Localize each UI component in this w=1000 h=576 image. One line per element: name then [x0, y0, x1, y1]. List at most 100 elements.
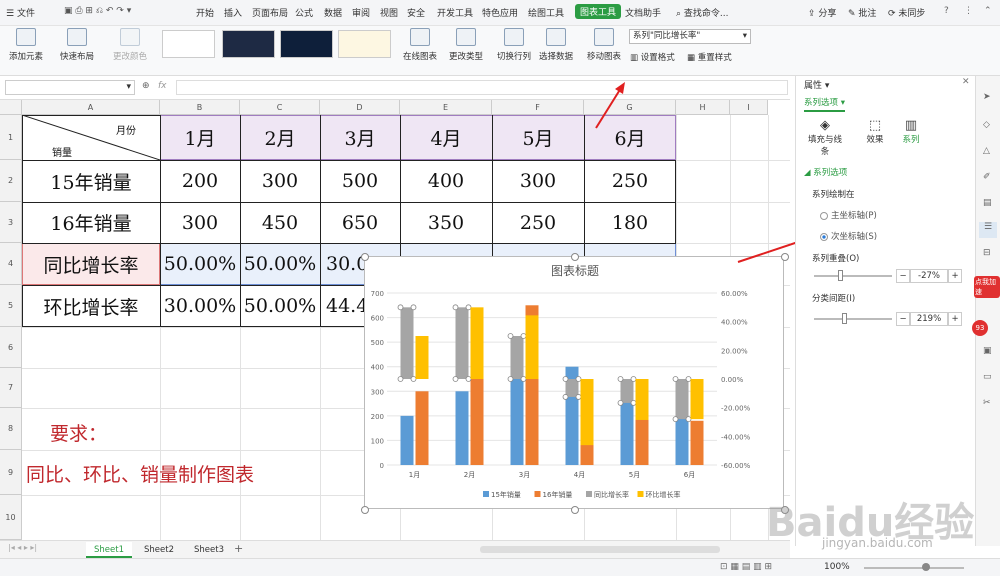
secondary-axis-radio[interactable]: 次坐标轴(S)	[820, 230, 877, 242]
bar-环比增长率-3月[interactable]	[525, 315, 539, 379]
tab-11[interactable]: 图表工具	[575, 4, 622, 19]
row-label-1[interactable]: 16年销量	[22, 202, 160, 243]
selection-handle[interactable]	[397, 304, 404, 311]
sheet-tab-3[interactable]: Sheet3	[186, 542, 232, 558]
selection-handle[interactable]	[452, 304, 459, 311]
tab-5[interactable]: 审阅	[352, 6, 370, 19]
overlap-slider[interactable]	[814, 270, 892, 281]
sheet-tab-2[interactable]: Sheet2	[136, 542, 182, 558]
col-header-E[interactable]: E	[400, 100, 492, 115]
quick-access-icons[interactable]: ▣ ⎙ ⊞ ⎌ ↶ ↷ ▾	[64, 6, 131, 16]
sales16-cell-3[interactable]: 650	[320, 202, 400, 243]
gap-decrement[interactable]: −	[896, 312, 910, 326]
selection-handle[interactable]	[672, 416, 679, 423]
col-header-H[interactable]: H	[676, 100, 730, 115]
section-series-options[interactable]: ◢ 系列选项	[804, 166, 847, 178]
zoom-level[interactable]: 100%	[824, 562, 850, 572]
sales15-cell-3[interactable]: 500	[320, 160, 400, 202]
series-select-dropdown[interactable]: 系列"同比增长率" ▾	[629, 29, 751, 44]
collapse-icon[interactable]: ⌃	[984, 6, 992, 16]
month-header-3[interactable]: 3月	[320, 115, 400, 160]
month-header-2[interactable]: 2月	[240, 115, 320, 160]
tab-effect[interactable]: ⬚ 效果	[860, 118, 890, 145]
row-label-3[interactable]: 环比增长率	[22, 285, 160, 327]
share-button[interactable]: ⇪ 分享	[808, 6, 836, 19]
file-menu[interactable]: ☰ 文件	[6, 6, 35, 19]
row-header-1[interactable]: 1	[0, 115, 22, 160]
mom-cell-1[interactable]: 30.00%	[160, 285, 240, 327]
sales15-cell-6[interactable]: 250	[584, 160, 676, 202]
selection-handle[interactable]	[452, 376, 459, 382]
selection-handle[interactable]	[685, 376, 692, 382]
properties-icon[interactable]: ☰	[979, 222, 997, 238]
style-icon[interactable]: △	[983, 146, 990, 156]
row-header-10[interactable]: 10	[0, 495, 22, 540]
chart-style-2[interactable]	[222, 30, 275, 58]
sales16-cell-6[interactable]: 180	[584, 202, 676, 243]
chart-title[interactable]: 图表标题	[551, 264, 599, 278]
tab-6[interactable]: 视图	[380, 6, 398, 19]
formula-input[interactable]	[176, 80, 788, 95]
row-header-5[interactable]: 5	[0, 285, 22, 327]
col-header-B[interactable]: B	[160, 100, 240, 115]
row-header-9[interactable]: 9	[0, 450, 22, 495]
sales16-cell-1[interactable]: 300	[160, 202, 240, 243]
yoy-cell-1[interactable]: 50.00%	[160, 243, 240, 285]
legend-label[interactable]: 16年销量	[543, 490, 573, 499]
chart-resize-handle[interactable]	[571, 253, 579, 261]
col-header-D[interactable]: D	[320, 100, 400, 115]
switch-rowcol-button[interactable]: 切换行列	[494, 28, 534, 62]
add-sheet-button[interactable]: +	[234, 542, 243, 555]
add-element-button[interactable]: 添加元素	[6, 28, 46, 62]
tab-fill-line[interactable]: ◈ 填充与线条	[804, 118, 846, 157]
bar-环比增长率-4月[interactable]	[580, 379, 594, 446]
chart-style-3[interactable]	[280, 30, 333, 58]
row-header-3[interactable]: 3	[0, 202, 22, 243]
tab-4[interactable]: 数据	[324, 6, 342, 19]
gap-increment[interactable]: +	[948, 312, 962, 326]
gap-input[interactable]: 219%	[910, 312, 948, 326]
tab-7[interactable]: 安全	[407, 6, 425, 19]
selection-handle[interactable]	[617, 399, 624, 406]
speed-count-badge[interactable]: 93	[972, 320, 988, 336]
chart-resize-handle[interactable]	[361, 506, 369, 514]
gap-slider[interactable]	[814, 313, 892, 324]
select-all-corner[interactable]	[0, 100, 22, 115]
sheet-nav-icons[interactable]: |◂ ◂ ▸ ▸|	[8, 543, 37, 552]
set-format-button[interactable]: ▥ 设置格式	[630, 51, 675, 63]
mom-cell-2[interactable]: 50.00%	[240, 285, 320, 327]
selection-handle[interactable]	[685, 416, 692, 423]
selection-handle[interactable]	[410, 376, 417, 382]
bar-环比增长率-5月[interactable]	[635, 379, 649, 420]
chart-resize-handle[interactable]	[571, 506, 579, 514]
tab-8[interactable]: 开发工具	[437, 6, 473, 19]
col-header-F[interactable]: F	[492, 100, 584, 115]
overlap-input[interactable]: -27%	[910, 269, 948, 283]
view-mode-icons[interactable]: ⊡ ▦ ▤ ▥ ⊞	[720, 562, 772, 572]
search-command[interactable]: ⌕ 查找命令...	[676, 6, 729, 19]
chart-resize-handle[interactable]	[361, 253, 369, 261]
selection-handle[interactable]	[562, 394, 569, 400]
bar-同比增长率-3月[interactable]	[510, 336, 524, 379]
online-chart-button[interactable]: 在线图表	[400, 28, 440, 62]
bar-同比增长率-2月[interactable]	[455, 307, 469, 379]
month-header-5[interactable]: 5月	[492, 115, 584, 160]
month-header-4[interactable]: 4月	[400, 115, 492, 160]
selection-handle[interactable]	[465, 376, 472, 382]
tab-0[interactable]: 开始	[196, 6, 214, 19]
sales15-cell-5[interactable]: 300	[492, 160, 584, 202]
cursor-icon[interactable]: ➤	[983, 92, 991, 102]
pen-icon[interactable]: ✐	[983, 172, 991, 182]
row-label-2[interactable]: 同比增长率	[22, 243, 160, 285]
row-header-8[interactable]: 8	[0, 408, 22, 450]
bar-环比增长率-1月[interactable]	[415, 336, 429, 379]
reset-style-button[interactable]: ▦ 重置样式	[687, 51, 732, 63]
sales15-cell-4[interactable]: 400	[400, 160, 492, 202]
selection-handle[interactable]	[465, 304, 472, 311]
selection-handle[interactable]	[672, 376, 679, 382]
clip-icon[interactable]: ✂	[983, 398, 991, 408]
speed-badge[interactable]: 点我加速	[974, 276, 1000, 298]
bar-同比增长率-4月[interactable]	[565, 379, 579, 397]
selection-handle[interactable]	[630, 376, 637, 382]
bar-15年销量-1月[interactable]	[400, 415, 414, 465]
